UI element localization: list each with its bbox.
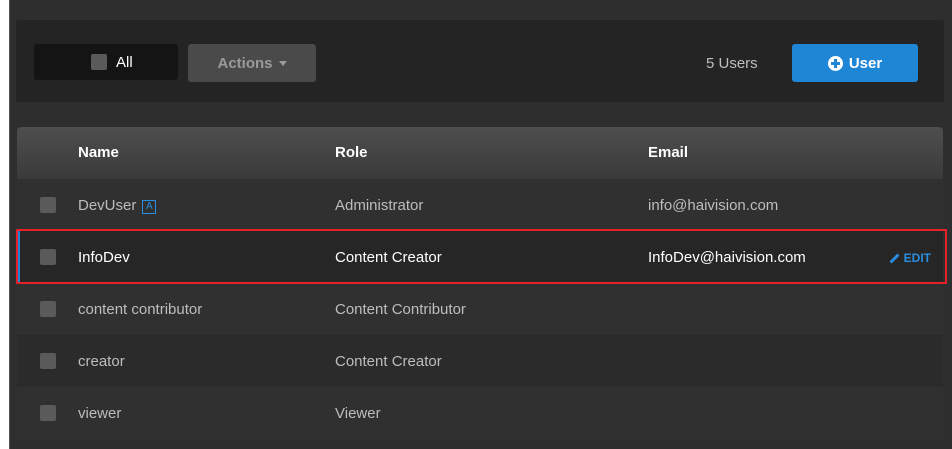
row-checkbox[interactable] bbox=[40, 353, 56, 369]
table-row[interactable]: content contributor Content Contributor bbox=[17, 283, 943, 335]
edit-user-link[interactable]: EDIT bbox=[889, 251, 931, 265]
column-header-role[interactable]: Role bbox=[335, 144, 368, 161]
row-checkbox[interactable] bbox=[40, 197, 56, 213]
actions-dropdown-button[interactable]: Actions bbox=[188, 44, 316, 82]
select-all-toggle[interactable]: All bbox=[34, 44, 178, 80]
admin-badge-icon: A bbox=[142, 200, 157, 214]
user-name-cell: DevUser A bbox=[78, 197, 157, 214]
select-all-checkbox[interactable] bbox=[91, 54, 107, 70]
select-all-label: All bbox=[116, 53, 133, 71]
user-name: DevUser bbox=[78, 197, 137, 214]
pencil-icon bbox=[889, 253, 900, 263]
user-email: info@haivision.com bbox=[648, 197, 779, 214]
column-header-email[interactable]: Email bbox=[648, 144, 688, 161]
user-name: creator bbox=[78, 353, 125, 370]
row-checkbox[interactable] bbox=[40, 301, 56, 317]
user-role: Administrator bbox=[335, 197, 424, 214]
user-role: Content Creator bbox=[335, 249, 442, 266]
user-role: Viewer bbox=[335, 405, 381, 422]
user-email: InfoDev@haivision.com bbox=[648, 249, 806, 266]
add-user-button[interactable]: User bbox=[792, 44, 918, 82]
caret-down-icon bbox=[278, 60, 287, 66]
user-role: Content Creator bbox=[335, 353, 442, 370]
user-name: viewer bbox=[78, 405, 122, 422]
table-row[interactable]: viewer Viewer bbox=[17, 387, 943, 439]
users-table: Name Role Email DevUser A Administrator i… bbox=[17, 127, 943, 439]
user-name: InfoDev bbox=[78, 249, 130, 266]
edit-label: EDIT bbox=[903, 251, 931, 265]
user-name: content contributor bbox=[78, 301, 203, 318]
plus-circle-icon bbox=[827, 55, 843, 71]
user-count: 5 Users bbox=[706, 55, 758, 72]
table-header: Name Role Email bbox=[17, 127, 943, 179]
row-checkbox[interactable] bbox=[40, 249, 56, 265]
table-row[interactable]: creator Content Creator bbox=[17, 335, 943, 387]
actions-label: Actions bbox=[217, 54, 273, 72]
row-checkbox[interactable] bbox=[40, 405, 56, 421]
add-user-label: User bbox=[848, 54, 883, 72]
table-row-selected[interactable]: InfoDev Content Creator InfoDev@haivisio… bbox=[17, 231, 943, 283]
column-header-name[interactable]: Name bbox=[78, 144, 119, 161]
user-role: Content Contributor bbox=[335, 301, 466, 318]
table-row[interactable]: DevUser A Administrator info@haivision.co… bbox=[17, 179, 943, 231]
